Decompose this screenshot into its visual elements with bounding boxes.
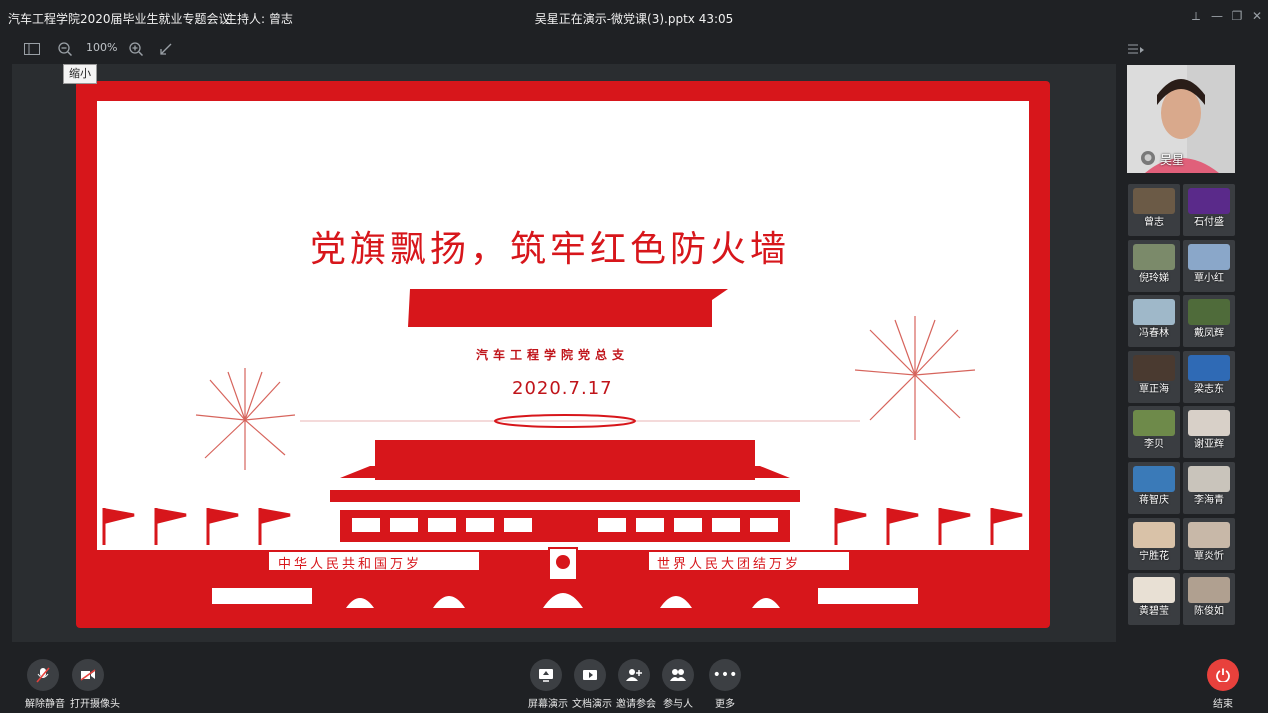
invite-button[interactable]: 邀请参会	[616, 659, 656, 710]
sidebar-toggle-icon[interactable]	[24, 40, 40, 58]
slide-date: 2020.7.17	[512, 378, 613, 399]
participant-name: 蒋智庆	[1139, 495, 1169, 506]
participant-tile[interactable]: 李贝	[1128, 406, 1180, 459]
power-icon	[1207, 659, 1239, 691]
participant-name: 李海青	[1194, 495, 1224, 506]
host-label: 主持人: 曾志	[225, 12, 293, 26]
participant-tile[interactable]: 覃正海	[1128, 350, 1180, 403]
minimize-icon[interactable]: —	[1208, 7, 1226, 25]
participant-avatar	[1188, 299, 1230, 326]
fit-window-icon[interactable]	[160, 40, 172, 58]
participant-avatar	[1133, 577, 1175, 604]
participant-tile[interactable]: 宁胜花	[1128, 517, 1180, 570]
participant-avatar	[1133, 188, 1175, 214]
participant-name: 李贝	[1144, 439, 1164, 451]
zoom-level: 100%	[86, 41, 118, 54]
people-icon	[662, 659, 694, 691]
more-label: 更多	[715, 699, 735, 710]
participant-name: 谢亚辉	[1194, 439, 1224, 451]
participant-avatar	[1133, 521, 1175, 548]
slide-title: 党旗飘扬，筑牢红色防火墙	[309, 229, 790, 270]
participant-tile[interactable]: 石付盛	[1183, 184, 1235, 236]
meeting-title: 汽车工程学院2020届毕业生就业专题会议	[8, 12, 231, 26]
end-meeting-button[interactable]: 结束	[1205, 659, 1241, 710]
viewer-toolbar: 100%	[0, 36, 1268, 62]
end-label: 结束	[1213, 699, 1233, 710]
participant-tile[interactable]: 覃小红	[1183, 239, 1235, 292]
participant-name: 覃炎忻	[1194, 550, 1224, 562]
participant-tile[interactable]: 梁志东	[1183, 350, 1235, 403]
participant-tile[interactable]: 冯春林	[1128, 295, 1180, 348]
participant-avatar	[1133, 410, 1175, 437]
participant-tile[interactable]: 戴凤辉	[1183, 295, 1235, 348]
zoom-in-icon[interactable]	[129, 40, 143, 58]
banner-left-text: 中华人民共和国万岁	[278, 557, 423, 572]
invite-label: 邀请参会	[616, 699, 656, 710]
participant-avatar	[1133, 354, 1175, 381]
participant-avatar	[1188, 577, 1230, 604]
participant-name: 曾志	[1144, 217, 1164, 228]
camera-label: 打开摄像头	[70, 699, 120, 710]
participant-avatar	[1188, 466, 1230, 492]
participant-tile[interactable]: 谢亚辉	[1183, 406, 1235, 459]
screen-share-button[interactable]: 屏幕演示	[528, 659, 568, 710]
participant-tile[interactable]: 曾志	[1128, 184, 1180, 236]
unmute-label: 解除静音	[25, 699, 65, 710]
add-person-icon	[618, 659, 650, 691]
camera-off-icon	[72, 659, 104, 691]
participant-tile[interactable]: 覃炎忻	[1183, 517, 1235, 570]
list-view-icon[interactable]	[1128, 40, 1144, 58]
mic-muted-icon	[27, 659, 59, 691]
participant-name: 覃正海	[1139, 383, 1169, 395]
participant-tile[interactable]: 陈俊如	[1183, 573, 1235, 626]
participant-tile[interactable]: 黄碧莹	[1128, 573, 1180, 626]
participant-avatar	[1133, 299, 1175, 326]
participant-avatar	[1133, 466, 1175, 492]
participant-avatar	[1133, 243, 1175, 270]
participant-avatar	[1188, 243, 1230, 270]
participants-button[interactable]: 参与人	[660, 659, 696, 710]
camera-button[interactable]: 打开摄像头	[70, 659, 120, 710]
participants-label: 参与人	[663, 699, 693, 710]
participant-name: 覃小红	[1194, 272, 1224, 284]
participant-avatar	[1188, 521, 1230, 548]
speaker-mic-icon: ●	[1141, 151, 1155, 165]
participant-name: 石付盛	[1194, 217, 1224, 228]
speaker-name: 吴星	[1160, 153, 1185, 167]
document-icon	[574, 659, 606, 691]
pin-icon[interactable]: ⟂	[1187, 7, 1205, 25]
more-button[interactable]: ••• 更多	[707, 659, 743, 710]
zoom-out-icon[interactable]	[58, 40, 72, 58]
participant-name: 陈俊如	[1194, 606, 1224, 618]
banner-right-text: 世界人民大团结万岁	[657, 557, 802, 572]
participant-avatar	[1188, 354, 1230, 381]
restore-icon[interactable]: ❐	[1228, 7, 1246, 25]
participant-tile[interactable]: 倪玲娣	[1128, 239, 1180, 292]
participant-tile[interactable]: 李海青	[1183, 462, 1235, 514]
participant-avatar	[1188, 410, 1230, 437]
slide-canvas	[97, 101, 1029, 550]
screen-share-icon	[530, 659, 562, 691]
unmute-button[interactable]: 解除静音	[25, 659, 65, 710]
title-bar: 汽车工程学院2020届毕业生就业专题会议 主持人: 曾志 吴星正在演示-微党课(…	[0, 0, 1268, 36]
doc-share-button[interactable]: 文档演示	[572, 659, 612, 710]
doc-share-label: 文档演示	[572, 699, 612, 710]
participant-name: 宁胜花	[1139, 550, 1169, 562]
participant-name: 倪玲娣	[1139, 272, 1169, 284]
screen-share-label: 屏幕演示	[528, 699, 568, 710]
participant-tile[interactable]: 蒋智庆	[1128, 462, 1180, 514]
zoom-out-tooltip: 缩小	[63, 64, 97, 84]
more-dots-icon: •••	[709, 659, 741, 691]
participant-name: 梁志东	[1194, 383, 1224, 395]
participant-name: 戴凤辉	[1194, 328, 1224, 340]
close-icon[interactable]: ✕	[1248, 7, 1266, 25]
participant-avatar	[1188, 188, 1230, 214]
participant-name: 黄碧莹	[1139, 606, 1169, 618]
participant-name: 冯春林	[1139, 328, 1169, 340]
slide-organization: 汽车工程学院党总支	[476, 348, 630, 362]
